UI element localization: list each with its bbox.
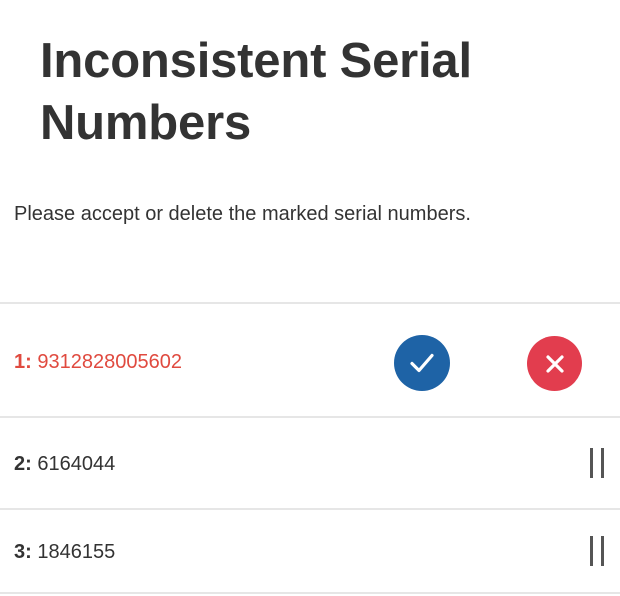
- serial-number: 1846155: [37, 541, 116, 563]
- page-title: Inconsistent Serial Numbers: [40, 34, 472, 150]
- accept-button[interactable]: [394, 335, 450, 391]
- instructions-text: Please accept or delete the marked seria…: [14, 203, 471, 225]
- serial-number: 6164044: [37, 453, 116, 475]
- drag-handle-icon[interactable]: [590, 448, 604, 478]
- serial-label: 2: 6164044: [14, 450, 115, 478]
- serial-index: 3:: [14, 541, 32, 563]
- serial-number: 9312828005602: [37, 351, 182, 373]
- checkmark-icon: [410, 353, 434, 373]
- drag-handle-icon[interactable]: [590, 536, 604, 566]
- serial-index: 1:: [14, 351, 32, 373]
- serial-number-list: 1: 9312828005602 2: 6164044 3: 1846155: [0, 302, 620, 594]
- delete-button[interactable]: [527, 336, 582, 391]
- serial-label: 3: 1846155: [14, 538, 115, 566]
- serial-row-3: 3: 1846155: [0, 508, 620, 594]
- serial-label: 1: 9312828005602: [14, 348, 182, 376]
- serial-row-1: 1: 9312828005602: [0, 302, 620, 416]
- serial-index: 2:: [14, 453, 32, 475]
- x-mark-icon: [545, 354, 564, 373]
- serial-row-2: 2: 6164044: [0, 416, 620, 508]
